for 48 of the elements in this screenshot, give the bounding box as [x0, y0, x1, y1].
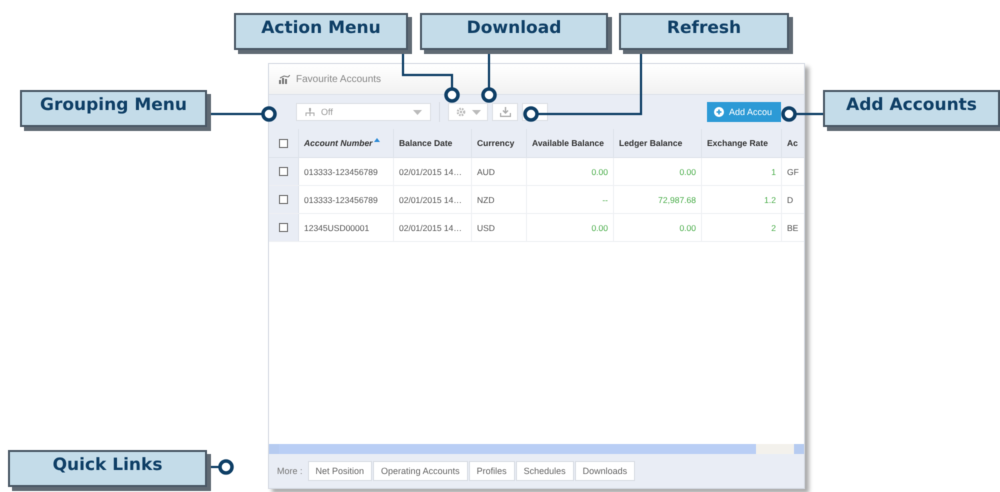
column-header[interactable]: Exchange Rate: [702, 129, 782, 157]
table-cell: D: [787, 194, 794, 204]
checkbox[interactable]: [279, 223, 288, 232]
table-cell: AUD: [477, 166, 495, 176]
sort-arrow-icon: [374, 138, 380, 142]
panel-title: Favourite Accounts: [296, 74, 382, 84]
table-cell: 0.00: [591, 166, 608, 176]
table-cell: 72,987.68: [658, 194, 696, 204]
checkbox[interactable]: [279, 167, 288, 176]
caret-icon: [472, 110, 480, 114]
download-icon: [500, 107, 510, 117]
horizontal-scrollbar[interactable]: [269, 444, 804, 454]
quick-link-button[interactable]: Profiles: [468, 461, 515, 481]
table-cell: 013333-123456789: [304, 194, 378, 204]
quick-link-button[interactable]: Schedules: [516, 461, 574, 481]
column-header[interactable]: Account Number: [299, 129, 394, 157]
table-cell: 02/01/2015 14…: [399, 166, 462, 176]
gear-icon: [456, 107, 466, 117]
leader-line: [781, 106, 823, 122]
chart-icon: [279, 74, 290, 84]
hierarchy-icon: [305, 108, 315, 116]
table-cell: NZD: [477, 194, 494, 204]
table-cell: 0.00: [679, 166, 696, 176]
plus-icon: [714, 107, 724, 117]
table-cell: BE: [787, 222, 798, 232]
table-cell: 1.2: [764, 194, 776, 204]
table-cell: USD: [477, 222, 495, 232]
more-label: More :: [277, 466, 303, 476]
table-cell: 013333-123456789: [304, 166, 378, 176]
quick-link-button[interactable]: Downloads: [574, 461, 636, 481]
column-header[interactable]: Available Balance: [527, 129, 614, 157]
quick-link-button[interactable]: Operating Accounts: [373, 461, 468, 481]
table-cell: 12345USD00001: [304, 222, 370, 232]
column-header[interactable]: Balance Date: [394, 129, 472, 157]
table-cell: GF: [787, 166, 799, 176]
table-cell: 02/01/2015 14…: [399, 222, 462, 232]
table-cell: 1: [771, 166, 776, 176]
checkbox[interactable]: [279, 195, 288, 204]
table-cell: 02/01/2015 14…: [399, 194, 462, 204]
caret-icon: [413, 110, 422, 114]
column-header[interactable]: Currency: [472, 129, 527, 157]
quick-link-button[interactable]: Net Position: [308, 461, 372, 481]
table-cell: 0.00: [591, 222, 608, 232]
table-cell: --: [602, 194, 608, 204]
table-cell: 2: [771, 222, 776, 232]
column-header[interactable]: Ledger Balance: [614, 129, 702, 157]
table-cell: 0.00: [679, 222, 696, 232]
checkbox[interactable]: [279, 138, 288, 148]
